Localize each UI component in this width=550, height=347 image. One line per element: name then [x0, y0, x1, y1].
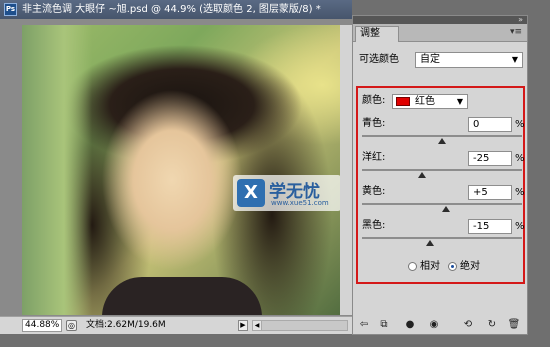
status-bar: 44.88% ◎ 文档:2.62M/19.6M ▶ ◀: [0, 316, 352, 334]
magenta-label: 洋红:: [362, 152, 386, 163]
yellow-slider-thumb[interactable]: [442, 206, 450, 212]
reset-icon[interactable]: ↻: [485, 318, 499, 331]
preset-dropdown[interactable]: 自定 ▼: [415, 52, 523, 68]
watermark-logo: X 学无忧 www.xue51.com: [233, 175, 341, 211]
radio-relative-label[interactable]: 相对: [420, 260, 440, 273]
cyan-input[interactable]: 0: [468, 117, 512, 132]
chevron-down-icon: ▼: [511, 55, 518, 64]
photo-canvas[interactable]: [22, 25, 352, 315]
watermark-icon: X: [237, 179, 265, 207]
cyan-unit: %: [515, 119, 525, 130]
collapse-icon[interactable]: »: [518, 15, 523, 24]
color-swatch: [396, 97, 410, 106]
status-menu-arrow-icon[interactable]: ▶: [238, 320, 248, 331]
yellow-unit: %: [515, 187, 525, 198]
black-slider-thumb[interactable]: [426, 240, 434, 246]
watermark-url: www.xue51.com: [271, 199, 329, 207]
panel-footer-toolbar: ⇦ ⧉ ● ◉ ⟲ ↻ 🗑: [353, 316, 527, 334]
view-previous-icon[interactable]: ⟲: [461, 318, 475, 331]
black-input[interactable]: -15: [468, 219, 512, 234]
photoshop-icon: Ps: [4, 3, 17, 16]
magenta-slider[interactable]: [362, 169, 522, 178]
black-label: 黑色:: [362, 220, 386, 231]
color-dropdown[interactable]: 红色 ▼: [392, 94, 468, 109]
chevron-down-icon: ▼: [456, 97, 463, 106]
status-info-icon[interactable]: ◎: [66, 320, 77, 331]
preset-value: 自定: [420, 54, 440, 65]
document-title-bar[interactable]: Ps 非主流色调 大眼仔 ~旭.psd @ 44.9% (选取颜色 2, 图层蒙…: [0, 0, 352, 19]
panel-menu-icon[interactable]: ▾≡: [510, 27, 522, 37]
cyan-label: 青色:: [362, 118, 386, 129]
preset-label: 可选颜色: [359, 54, 399, 65]
radio-relative[interactable]: [408, 262, 417, 271]
clip-layer-icon[interactable]: ●: [403, 318, 417, 331]
tab-adjustments[interactable]: 调整: [355, 26, 399, 42]
panel-tab-bar: 调整 ▾≡: [353, 24, 527, 42]
scroll-left-icon[interactable]: ◀: [252, 320, 262, 331]
radio-absolute[interactable]: [448, 262, 457, 271]
panel-header[interactable]: »: [353, 15, 527, 24]
horizontal-scrollbar[interactable]: ◀: [252, 320, 348, 331]
adjustments-panel: » 调整 ▾≡ 可选颜色 自定 ▼ 颜色: 红色 ▼ 青色: 0 % 洋红: -…: [352, 15, 528, 335]
cyan-slider-thumb[interactable]: [438, 138, 446, 144]
cyan-slider[interactable]: [362, 135, 522, 144]
zoom-field[interactable]: 44.88%: [22, 319, 62, 332]
black-unit: %: [515, 221, 525, 232]
trash-icon[interactable]: 🗑: [507, 318, 521, 331]
back-arrow-icon[interactable]: ⇦: [357, 318, 371, 331]
visibility-eye-icon[interactable]: ◉: [427, 318, 441, 331]
yellow-slider[interactable]: [362, 203, 522, 212]
vertical-scrollbar[interactable]: [340, 25, 352, 315]
radio-absolute-label[interactable]: 绝对: [460, 260, 480, 273]
photo-hood: [22, 25, 92, 315]
yellow-label: 黄色:: [362, 186, 386, 197]
yellow-input[interactable]: +5: [468, 185, 512, 200]
magenta-unit: %: [515, 153, 525, 164]
expand-view-icon[interactable]: ⧉: [377, 318, 391, 331]
document-title: 非主流色调 大眼仔 ~旭.psd @ 44.9% (选取颜色 2, 图层蒙版/8…: [22, 4, 321, 15]
color-label: 颜色:: [362, 95, 386, 106]
photo-shirt: [102, 277, 262, 315]
magenta-slider-thumb[interactable]: [418, 172, 426, 178]
magenta-input[interactable]: -25: [468, 151, 512, 166]
black-slider[interactable]: [362, 237, 522, 246]
document-size: 文档:2.62M/19.6M: [86, 320, 166, 330]
color-value: 红色: [415, 96, 435, 107]
highlight-box: 颜色: 红色 ▼ 青色: 0 % 洋红: -25 % 黄色: +5 % 黑色: …: [356, 86, 525, 284]
